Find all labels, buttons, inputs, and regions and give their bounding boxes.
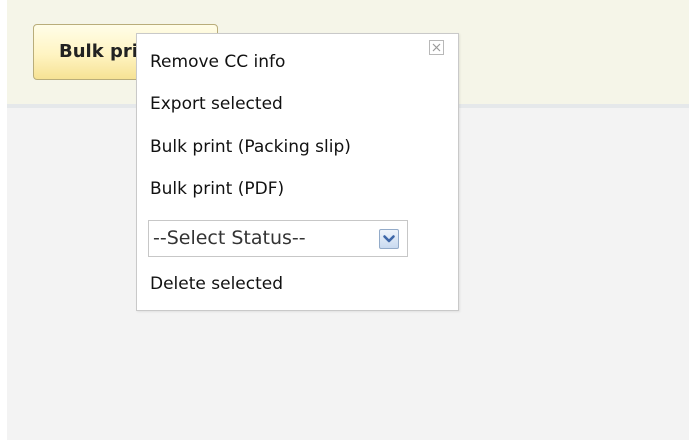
menu-item-bulk-print-pdf[interactable]: Bulk print (PDF) [150, 176, 284, 202]
left-page-strip [0, 0, 7, 440]
menu-item-bulk-print-packing-slip[interactable]: Bulk print (Packing slip) [150, 134, 351, 160]
status-select-value: --Select Status-- [153, 227, 306, 249]
menu-item-delete-selected[interactable]: Delete selected [150, 271, 283, 297]
chevron-down-icon-graphic [383, 235, 395, 243]
bulk-actions-popup: Remove CC info Export selected Bulk prin… [136, 33, 459, 311]
menu-item-remove-cc-info[interactable]: Remove CC info [150, 49, 285, 75]
chevron-down-icon[interactable] [379, 229, 399, 249]
close-icon-graphic [432, 43, 441, 52]
status-select[interactable]: --Select Status-- [148, 220, 408, 257]
menu-item-export-selected[interactable]: Export selected [150, 91, 283, 117]
close-icon[interactable] [429, 40, 444, 55]
